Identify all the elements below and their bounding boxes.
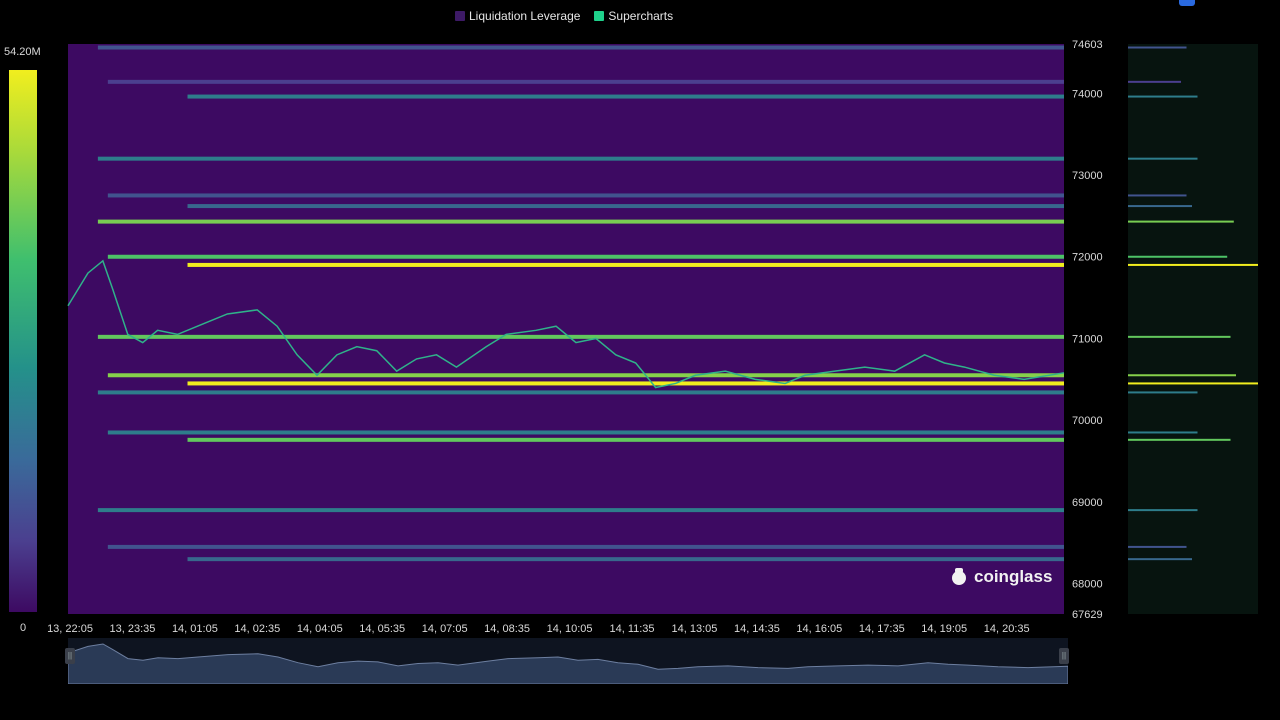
liquidation-band (187, 557, 1064, 562)
x-tick-label: 14, 07:05 (422, 623, 468, 635)
navigator-right-handle[interactable]: || (1059, 648, 1069, 664)
time-navigator[interactable]: || || (65, 638, 1069, 685)
x-tick-label: 14, 05:35 (359, 623, 405, 635)
profile-bar (1128, 382, 1258, 385)
y-tick-label: 68000 (1072, 579, 1103, 591)
y-tick-label: 72000 (1072, 252, 1103, 264)
x-tick-label: 13, 23:35 (110, 623, 156, 635)
profile-bar (1128, 255, 1228, 258)
profile-bar (1128, 80, 1181, 83)
navigator-sparkline (67, 643, 1069, 685)
x-tick-label: 14, 04:05 (297, 623, 343, 635)
x-tick-label: 14, 01:05 (172, 623, 218, 635)
profile-bar (1128, 558, 1192, 561)
liquidation-band (97, 390, 1064, 395)
y-tick-label: 73000 (1072, 170, 1103, 182)
x-tick-label: 14, 16:05 (796, 623, 842, 635)
x-tick-label: 14, 20:35 (984, 623, 1030, 635)
profile-bar (1128, 438, 1231, 441)
liquidation-band (187, 94, 1064, 99)
liquidation-band (107, 79, 1065, 84)
liquidation-band (97, 156, 1064, 161)
x-tick-label: 14, 11:35 (609, 623, 654, 635)
profile-bar (1128, 391, 1198, 394)
x-tick-label: 14, 14:35 (734, 623, 780, 635)
y-tick-label: 74603 (1072, 39, 1103, 51)
liquidation-profile-panel (1128, 44, 1258, 614)
liquidation-band (97, 219, 1064, 224)
y-tick-label: 71000 (1072, 333, 1103, 345)
profile-bar (1128, 194, 1187, 197)
y-tick-label: 74000 (1072, 88, 1103, 100)
liquidation-band (107, 544, 1065, 549)
profile-bar (1128, 95, 1198, 98)
liquidation-band (107, 430, 1065, 435)
navigator-left-handle[interactable]: || (65, 648, 75, 664)
x-tick-label: 13, 22:05 (47, 623, 93, 635)
liquidation-band (187, 437, 1064, 442)
liquidation-heatmap-chart[interactable]: 74603 74000 73000 72000 71000 70000 69000 68000… (0, 0, 1280, 720)
x-tick-label: 14, 13:05 (672, 623, 718, 635)
x-tick-label: 14, 17:35 (859, 623, 905, 635)
profile-bar (1128, 431, 1198, 434)
x-tick-label: 14, 08:35 (484, 623, 530, 635)
y-tick-label: 70000 (1072, 415, 1103, 427)
x-tick-label: 14, 19:05 (921, 623, 967, 635)
liquidation-band (97, 45, 1064, 50)
x-tick-label: 14, 10:05 (547, 623, 593, 635)
liquidation-band (107, 373, 1065, 378)
profile-bar (1128, 46, 1187, 49)
profile-bar (1128, 335, 1231, 338)
profile-bar (1128, 374, 1236, 377)
liquidation-band (187, 381, 1064, 386)
profile-bar (1128, 220, 1234, 223)
y-tick-label: 67629 (1072, 609, 1103, 621)
liquidation-band (107, 193, 1065, 198)
watermark-text: coinglass (974, 567, 1053, 586)
liquidation-band (97, 334, 1064, 339)
x-tick-label: 14, 02:35 (234, 623, 280, 635)
coinglass-logo-icon (952, 568, 966, 585)
profile-bar (1128, 263, 1258, 266)
profile-bar (1128, 509, 1198, 512)
liquidation-band (97, 508, 1064, 513)
liquidation-band (107, 254, 1065, 259)
heatmap-background (68, 44, 1064, 614)
profile-bar (1128, 205, 1192, 208)
profile-bar (1128, 157, 1198, 160)
profile-bar (1128, 545, 1187, 548)
liquidation-band (187, 204, 1064, 209)
coinglass-watermark: coinglass (948, 566, 1052, 588)
y-tick-label: 69000 (1072, 497, 1103, 509)
liquidation-band (187, 262, 1064, 267)
